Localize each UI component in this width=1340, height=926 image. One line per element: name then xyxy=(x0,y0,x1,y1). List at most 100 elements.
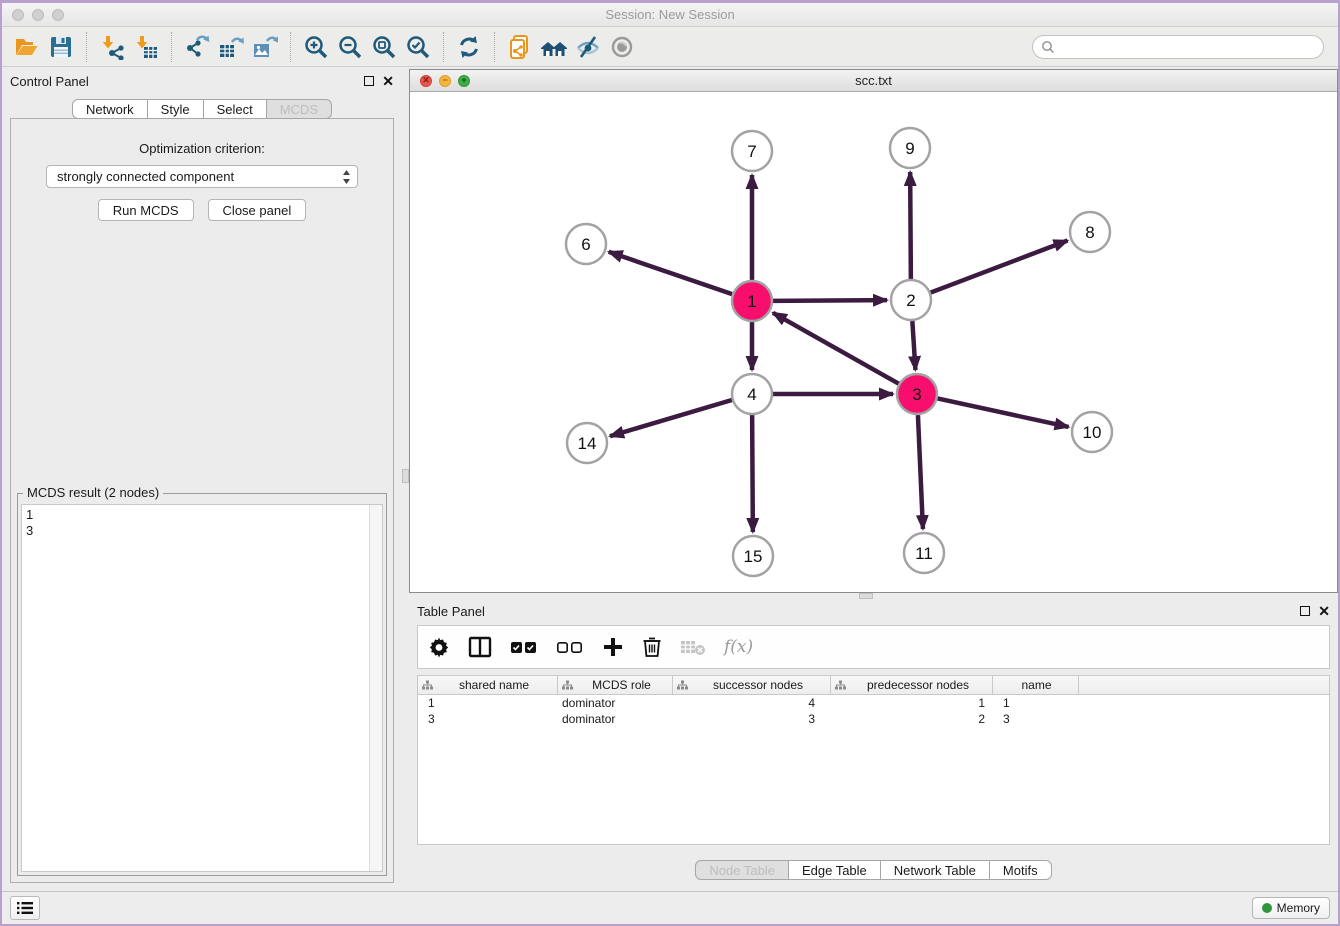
table-cell: 1 xyxy=(993,696,1079,710)
duplicate-network-icon[interactable] xyxy=(503,31,537,63)
horizontal-splitter[interactable] xyxy=(409,593,1338,599)
column-header-predecessor-nodes[interactable]: predecessor nodes xyxy=(831,676,993,694)
select-all-checkboxes-icon[interactable] xyxy=(510,638,538,656)
tab-mcds[interactable]: MCDS xyxy=(267,99,332,119)
vertical-splitter[interactable] xyxy=(402,69,409,891)
graph-edge-2-3[interactable] xyxy=(912,321,915,370)
table-row[interactable]: 3dominator323 xyxy=(418,711,1329,727)
graph-edge-2-9[interactable] xyxy=(910,172,911,279)
memory-button[interactable]: Memory xyxy=(1252,897,1330,919)
float-panel-icon[interactable] xyxy=(364,76,374,86)
show-all-icon[interactable] xyxy=(605,31,639,63)
tab-node-table[interactable]: Node Table xyxy=(695,860,789,880)
close-table-panel-icon[interactable]: ✕ xyxy=(1318,606,1330,616)
export-network-icon[interactable] xyxy=(180,31,214,63)
main-toolbar xyxy=(2,27,1338,67)
column-header-MCDS-role[interactable]: MCDS role xyxy=(558,676,673,694)
export-image-icon[interactable] xyxy=(248,31,282,63)
tab-network[interactable]: Network xyxy=(72,99,148,119)
graph-edge-4-14[interactable] xyxy=(610,400,732,436)
task-history-button[interactable] xyxy=(10,896,40,920)
app-window: Session: New Session xyxy=(0,0,1340,926)
show-columns-icon[interactable] xyxy=(468,636,492,658)
first-neighbors-icon[interactable] xyxy=(537,31,571,63)
toolbar-separator xyxy=(86,32,87,62)
column-header-shared-name[interactable]: shared name xyxy=(418,676,558,694)
column-label: shared name xyxy=(433,678,555,692)
table-row[interactable]: 1dominator411 xyxy=(418,695,1329,711)
import-network-icon[interactable] xyxy=(95,31,129,63)
graph-edge-1-2[interactable] xyxy=(773,300,887,301)
save-session-icon[interactable] xyxy=(44,31,78,63)
graph-node-8[interactable]: 8 xyxy=(1070,212,1110,252)
mcds-result-groupbox: MCDS result (2 nodes) 13 xyxy=(17,493,387,876)
splitter-grip[interactable] xyxy=(402,469,409,483)
node-label: 9 xyxy=(905,139,914,158)
graph-node-6[interactable]: 6 xyxy=(566,224,606,264)
result-line: 1 xyxy=(26,507,378,523)
control-panel-title: Control Panel xyxy=(10,74,364,89)
table-settings-icon[interactable] xyxy=(428,636,450,658)
tab-motifs[interactable]: Motifs xyxy=(990,860,1052,880)
graph-node-10[interactable]: 10 xyxy=(1072,412,1112,452)
tab-style[interactable]: Style xyxy=(148,99,204,119)
graph-edge-2-8[interactable] xyxy=(931,241,1068,293)
refresh-icon[interactable] xyxy=(452,31,486,63)
table-cell: 2 xyxy=(831,712,993,726)
list-icon xyxy=(17,901,33,915)
search-input[interactable] xyxy=(1060,40,1315,54)
zoom-selected-icon[interactable] xyxy=(401,31,435,63)
graph-node-3[interactable]: 3 xyxy=(897,374,937,414)
hide-selected-icon[interactable] xyxy=(571,31,605,63)
zoom-fit-icon[interactable] xyxy=(367,31,401,63)
node-label: 14 xyxy=(578,434,597,453)
graph-node-2[interactable]: 2 xyxy=(891,280,931,320)
column-header-successor-nodes[interactable]: successor nodes xyxy=(673,676,831,694)
graph-node-1[interactable]: 1 xyxy=(732,281,772,321)
optimization-criterion-dropdown[interactable]: strongly connected component xyxy=(46,165,358,188)
node-label: 11 xyxy=(915,544,933,563)
graph-node-11[interactable]: 11 xyxy=(904,533,944,573)
tab-select[interactable]: Select xyxy=(204,99,267,119)
memory-status-icon xyxy=(1262,903,1272,913)
node-table[interactable]: shared nameMCDS rolesuccessor nodesprede… xyxy=(417,675,1330,845)
search-box[interactable] xyxy=(1032,35,1324,59)
graph-edge-1-6[interactable] xyxy=(609,252,732,294)
graph-edge-3-1[interactable] xyxy=(773,313,899,384)
delete-table-icon xyxy=(680,638,706,656)
deselect-all-checkboxes-icon[interactable] xyxy=(556,638,584,656)
titlebar: Session: New Session xyxy=(2,3,1338,27)
delete-column-icon[interactable] xyxy=(642,636,662,658)
run-mcds-button[interactable]: Run MCDS xyxy=(98,199,194,221)
memory-label: Memory xyxy=(1277,901,1320,915)
import-table-icon[interactable] xyxy=(129,31,163,63)
add-column-icon[interactable] xyxy=(602,636,624,658)
export-table-icon[interactable] xyxy=(214,31,248,63)
tab-network-table[interactable]: Network Table xyxy=(881,860,990,880)
graph-node-14[interactable]: 14 xyxy=(567,423,607,463)
zoom-in-icon[interactable] xyxy=(299,31,333,63)
toolbar-separator xyxy=(171,32,172,62)
table-tabs: Node TableEdge TableNetwork TableMotifs xyxy=(695,860,1051,880)
result-scrollbar[interactable] xyxy=(369,505,382,871)
close-panel-button[interactable]: Close panel xyxy=(208,199,307,221)
close-panel-icon[interactable]: ✕ xyxy=(382,76,394,86)
toolbar-separator xyxy=(494,32,495,62)
zoom-out-icon[interactable] xyxy=(333,31,367,63)
open-session-icon[interactable] xyxy=(10,31,44,63)
graph-node-9[interactable]: 9 xyxy=(890,128,930,168)
network-graph[interactable]: 7 9 6 8 1 2 4 3 14 10 15 11 xyxy=(410,92,1337,592)
network-canvas[interactable]: 7 9 6 8 1 2 4 3 14 10 15 11 xyxy=(410,92,1337,592)
graph-edge-3-10[interactable] xyxy=(938,398,1069,426)
graph-node-7[interactable]: 7 xyxy=(732,131,772,171)
graph-node-4[interactable]: 4 xyxy=(732,374,772,414)
mcds-result-area[interactable]: 13 xyxy=(21,504,383,872)
float-table-panel-icon[interactable] xyxy=(1300,606,1310,616)
graph-edge-3-11[interactable] xyxy=(918,415,923,529)
sort-column-icon xyxy=(422,680,433,691)
column-header-name[interactable]: name xyxy=(993,676,1079,694)
graph-node-15[interactable]: 15 xyxy=(733,536,773,576)
tab-edge-table[interactable]: Edge Table xyxy=(789,860,881,880)
graph-edge-4-15[interactable] xyxy=(752,415,753,532)
splitter-grip[interactable] xyxy=(859,593,873,599)
